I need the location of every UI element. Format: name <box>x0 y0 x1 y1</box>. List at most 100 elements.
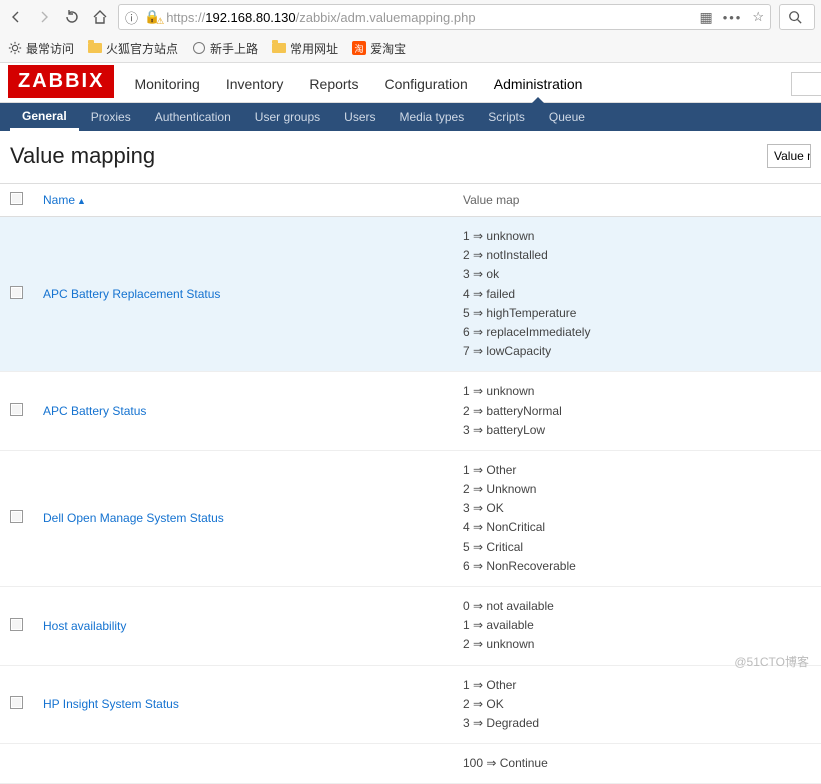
valuemap-entry: 1 ⇒ Other <box>463 676 811 695</box>
valuemap-name-link[interactable]: APC Battery Replacement Status <box>43 287 220 301</box>
lock-warning-icon: 🔒⚠ <box>144 9 160 25</box>
subnav-user-groups[interactable]: User groups <box>243 103 332 131</box>
valuemap-entry: 2 ⇒ unknown <box>463 635 811 654</box>
globe-icon <box>192 41 206 55</box>
select-all-header[interactable] <box>0 184 33 217</box>
browser-search-box[interactable] <box>779 4 815 30</box>
valuemap-entry: 5 ⇒ highTemperature <box>463 304 811 323</box>
create-valuemap-button[interactable]: Value m <box>767 144 811 168</box>
search-icon <box>788 10 802 24</box>
valuemap-table: Name▲ Value map APC Battery Replacement … <box>0 183 821 784</box>
bookmark-item[interactable]: 常用网址 <box>272 40 338 57</box>
valuemap-name-link[interactable]: APC Battery Status <box>43 404 146 418</box>
row-checkbox-cell[interactable] <box>0 372 33 451</box>
valuemap-entry: 2 ⇒ batteryNormal <box>463 402 811 421</box>
bookmark-label: 最常访问 <box>26 40 74 57</box>
page-header: Value mapping Value m <box>0 131 821 183</box>
row-valuemap-cell: 1 ⇒ unknown2 ⇒ notInstalled3 ⇒ ok4 ⇒ fai… <box>453 217 821 372</box>
main-tab-administration[interactable]: Administration <box>492 76 585 102</box>
home-icon[interactable] <box>90 7 110 27</box>
main-tab-monitoring[interactable]: Monitoring <box>132 76 201 102</box>
subnav-proxies[interactable]: Proxies <box>79 103 143 131</box>
row-checkbox-cell[interactable] <box>0 744 33 784</box>
valuemap-entry: 1 ⇒ available <box>463 616 811 635</box>
row-name-cell: Host availability <box>33 587 453 666</box>
row-valuemap-cell: 1 ⇒ Other2 ⇒ Unknown3 ⇒ OK4 ⇒ NonCritica… <box>453 450 821 586</box>
valuemap-name-link[interactable]: Dell Open Manage System Status <box>43 511 224 525</box>
row-checkbox[interactable] <box>10 286 23 299</box>
bookmark-label: 火狐官方站点 <box>106 40 178 57</box>
page-title: Value mapping <box>10 143 155 169</box>
bookmark-label: 常用网址 <box>290 40 338 57</box>
bookmark-label: 爱淘宝 <box>370 40 406 57</box>
subnav-media-types[interactable]: Media types <box>388 103 477 131</box>
valuemap-entry: 0 ⇒ not available <box>463 597 811 616</box>
valuemap-entry: 4 ⇒ NonCritical <box>463 518 811 537</box>
row-checkbox-cell[interactable] <box>0 217 33 372</box>
address-actions: ▦ ••• ☆ <box>699 9 764 26</box>
valuemap-name-link[interactable]: Host availability <box>43 619 126 633</box>
column-name[interactable]: Name▲ <box>33 184 453 217</box>
valuemap-name-link[interactable]: HP Insight System Status <box>43 697 179 711</box>
main-tab-inventory[interactable]: Inventory <box>224 76 286 102</box>
valuemap-entry: 6 ⇒ replaceImmediately <box>463 323 811 342</box>
table-row: APC Battery Status 1 ⇒ unknown2 ⇒ battery… <box>0 372 821 451</box>
bookmark-item[interactable]: 新手上路 <box>192 40 258 57</box>
row-checkbox[interactable] <box>10 403 23 416</box>
page-actions-icon[interactable]: ••• <box>723 10 743 25</box>
back-icon[interactable] <box>6 7 26 27</box>
reload-icon[interactable] <box>62 7 82 27</box>
subnav-general[interactable]: General <box>10 103 79 131</box>
valuemap-entry: 7 ⇒ lowCapacity <box>463 342 811 361</box>
row-checkbox-cell[interactable] <box>0 665 33 744</box>
valuemap-entry: 6 ⇒ NonRecoverable <box>463 557 811 576</box>
address-bar[interactable]: ⓘ 🔒⚠ https://192.168.80.130/zabbix/adm.v… <box>118 4 771 30</box>
valuemap-entry: 3 ⇒ Degraded <box>463 714 811 733</box>
browser-nav-row: ⓘ 🔒⚠ https://192.168.80.130/zabbix/adm.v… <box>0 0 821 34</box>
column-valuemap: Value map <box>453 184 821 217</box>
row-checkbox[interactable] <box>10 696 23 709</box>
main-tab-configuration[interactable]: Configuration <box>382 76 469 102</box>
site-info-icon[interactable]: ⓘ <box>125 8 138 27</box>
row-valuemap-cell: 1 ⇒ unknown2 ⇒ batteryNormal3 ⇒ batteryL… <box>453 372 821 451</box>
folder-icon <box>272 41 286 55</box>
valuemap-entry: 3 ⇒ OK <box>463 499 811 518</box>
row-checkbox[interactable] <box>10 510 23 523</box>
valuemap-entry: 100 ⇒ Continue <box>463 754 811 773</box>
bookmark-star-icon[interactable]: ☆ <box>752 9 764 25</box>
bookmark-item[interactable]: 最常访问 <box>8 40 74 57</box>
bookmark-item[interactable]: 火狐官方站点 <box>88 40 178 57</box>
row-checkbox-cell[interactable] <box>0 587 33 666</box>
subnav-users[interactable]: Users <box>332 103 387 131</box>
valuemap-entry: 4 ⇒ failed <box>463 285 811 304</box>
valuemap-entry: 3 ⇒ ok <box>463 265 811 284</box>
reader-icon[interactable]: ▦ <box>699 9 712 26</box>
url-text: https://192.168.80.130/zabbix/adm.valuem… <box>166 10 475 25</box>
bookmarks-bar: 最常访问 火狐官方站点新手上路 常用网址淘爱淘宝 <box>0 34 821 62</box>
row-checkbox[interactable] <box>10 618 23 631</box>
zabbix-logo[interactable]: ZABBIX <box>8 65 114 98</box>
browser-chrome: ⓘ 🔒⚠ https://192.168.80.130/zabbix/adm.v… <box>0 0 821 63</box>
forward-icon[interactable] <box>34 7 54 27</box>
row-name-cell <box>33 744 453 784</box>
subnav-authentication[interactable]: Authentication <box>143 103 243 131</box>
row-valuemap-cell: 1 ⇒ Other2 ⇒ OK3 ⇒ Degraded <box>453 665 821 744</box>
sub-nav: GeneralProxiesAuthenticationUser groupsU… <box>0 103 821 131</box>
valuemap-entry: 2 ⇒ OK <box>463 695 811 714</box>
subnav-queue[interactable]: Queue <box>537 103 597 131</box>
subnav-scripts[interactable]: Scripts <box>476 103 537 131</box>
bookmark-item[interactable]: 淘爱淘宝 <box>352 40 406 57</box>
select-all-checkbox[interactable] <box>10 192 23 205</box>
valuemap-entry: 5 ⇒ Critical <box>463 538 811 557</box>
row-name-cell: HP Insight System Status <box>33 665 453 744</box>
table-row: Dell Open Manage System Status 1 ⇒ Other2… <box>0 450 821 586</box>
main-tab-reports[interactable]: Reports <box>307 76 360 102</box>
valuemap-entry: 1 ⇒ unknown <box>463 227 811 246</box>
table-row: APC Battery Replacement Status 1 ⇒ unknow… <box>0 217 821 372</box>
header-right-box[interactable] <box>791 72 821 96</box>
valuemap-entry: 1 ⇒ unknown <box>463 382 811 401</box>
valuemap-entry: 2 ⇒ notInstalled <box>463 246 811 265</box>
zabbix-header: ZABBIX Monitoring Inventory Reports Configu… <box>0 63 821 103</box>
table-row: Host availability 0 ⇒ not available1 ⇒ av… <box>0 587 821 666</box>
row-checkbox-cell[interactable] <box>0 450 33 586</box>
